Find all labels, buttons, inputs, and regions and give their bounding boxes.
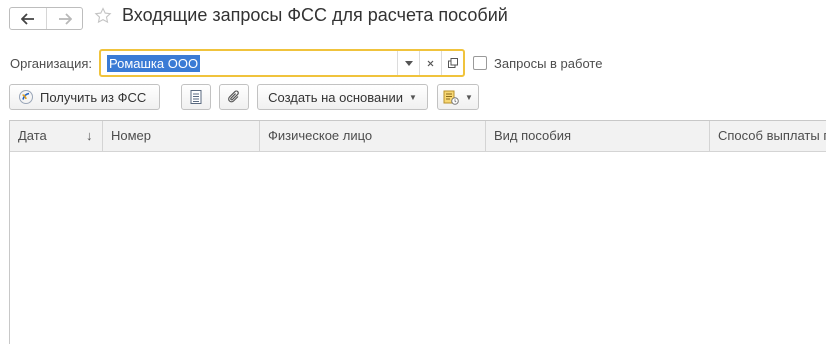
back-button[interactable]	[10, 8, 46, 29]
in-work-checkbox[interactable]	[473, 56, 487, 70]
list-icon	[190, 90, 202, 104]
organization-clear-button[interactable]	[419, 51, 441, 75]
list-button[interactable]	[181, 84, 211, 110]
navigation-buttons	[9, 7, 83, 30]
arrow-left-icon	[21, 12, 34, 25]
organization-value[interactable]: Ромашка ООО	[107, 55, 201, 72]
attachment-button[interactable]	[219, 84, 249, 110]
chevron-down-icon	[404, 60, 413, 66]
column-header-person[interactable]: Физическое лицо	[260, 121, 486, 151]
paperclip-icon	[228, 90, 239, 103]
forward-button[interactable]	[46, 8, 82, 29]
table-header: Дата ↓ Номер Физическое лицо Вид пособия…	[10, 121, 826, 152]
in-work-label[interactable]: Запросы в работе	[494, 56, 602, 71]
column-header-benefit-type[interactable]: Вид пособия	[486, 121, 710, 151]
organization-open-button[interactable]	[441, 51, 463, 75]
chevron-down-icon: ▼	[408, 92, 417, 102]
open-window-icon	[447, 58, 458, 68]
create-based-on-button[interactable]: Создать на основании ▼	[257, 84, 428, 110]
get-from-fss-label: Получить из ФСС	[40, 89, 147, 105]
chevron-down-icon: ▼	[465, 92, 473, 102]
organization-field[interactable]: Ромашка ООО	[99, 49, 465, 77]
requests-table: Дата ↓ Номер Физическое лицо Вид пособия…	[9, 120, 826, 344]
column-header-payment-method[interactable]: Способ выплаты пособия	[710, 121, 826, 151]
organization-label: Организация:	[10, 56, 93, 71]
report-icon	[443, 90, 459, 105]
arrow-right-icon	[58, 12, 72, 25]
sort-arrow-icon: ↓	[86, 128, 93, 143]
fss-requests-form: Входящие запросы ФСС для расчета пособий…	[0, 0, 826, 344]
fss-icon	[19, 90, 33, 104]
create-based-on-label: Создать на основании	[268, 89, 403, 105]
report-button[interactable]: ▼	[437, 84, 479, 110]
page-title: Входящие запросы ФСС для расчета пособий	[122, 5, 508, 25]
column-header-number[interactable]: Номер	[103, 121, 260, 151]
get-from-fss-button[interactable]: Получить из ФСС	[9, 84, 160, 110]
star-icon[interactable]	[94, 7, 112, 25]
close-icon	[427, 60, 434, 66]
organization-dropdown-button[interactable]	[397, 51, 419, 75]
